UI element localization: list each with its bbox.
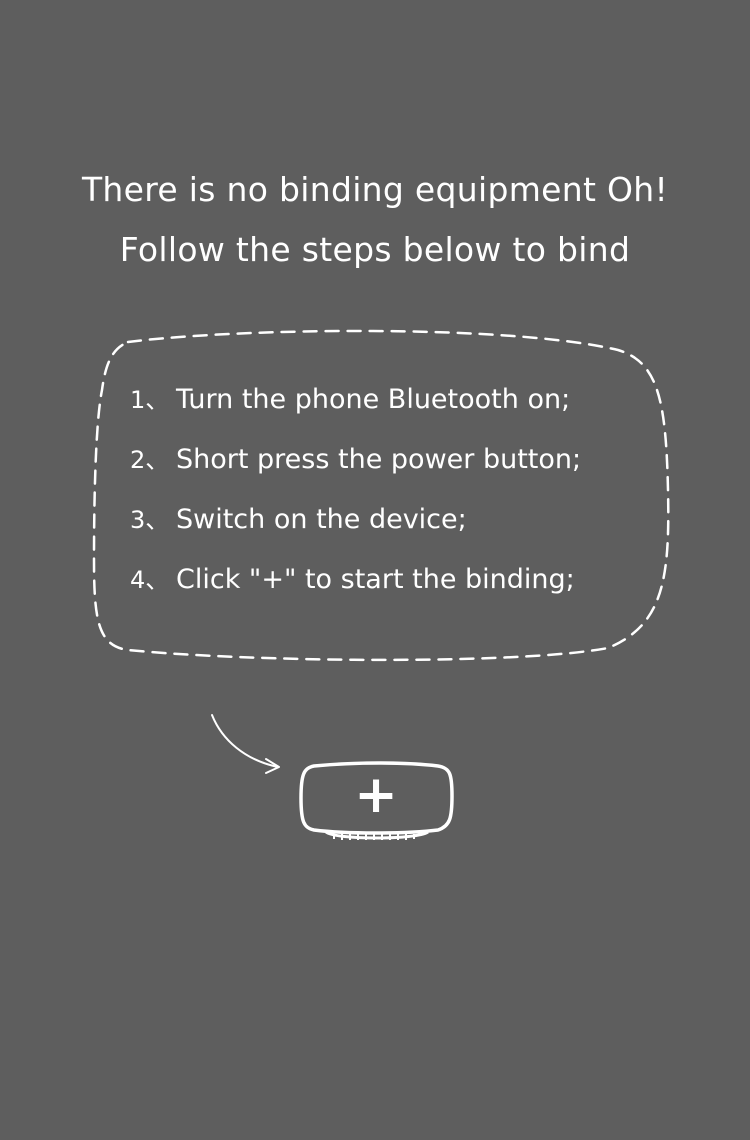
plus-icon: + (354, 765, 398, 825)
empty-state-title: There is no binding equipment Oh! (81, 170, 669, 209)
step-number: 3、 (130, 506, 170, 534)
step-text: Switch on the device; (176, 504, 467, 535)
step-text: Short press the power button; (176, 444, 582, 475)
empty-state-subtitle: Follow the steps below to bind (119, 230, 631, 269)
step-item: 4、 Click "+" to start the binding; (130, 560, 581, 620)
step-number: 2、 (130, 446, 170, 474)
step-item: 3、 Switch on the device; (130, 500, 581, 560)
empty-state-screen: There is no binding equipment Oh! Follow… (0, 0, 750, 1140)
step-number: 1、 (130, 386, 170, 414)
steps-list: 1、 Turn the phone Bluetooth on; 2、 Short p… (130, 380, 581, 620)
step-item: 2、 Short press the power button; (130, 440, 581, 500)
step-item: 1、 Turn the phone Bluetooth on; (130, 380, 581, 440)
curved-arrow-icon (211, 714, 280, 774)
add-device-button[interactable]: + (296, 760, 456, 850)
step-text: Turn the phone Bluetooth on; (176, 384, 571, 415)
step-number: 4、 (130, 566, 170, 594)
step-text: Click "+" to start the binding; (176, 564, 575, 595)
